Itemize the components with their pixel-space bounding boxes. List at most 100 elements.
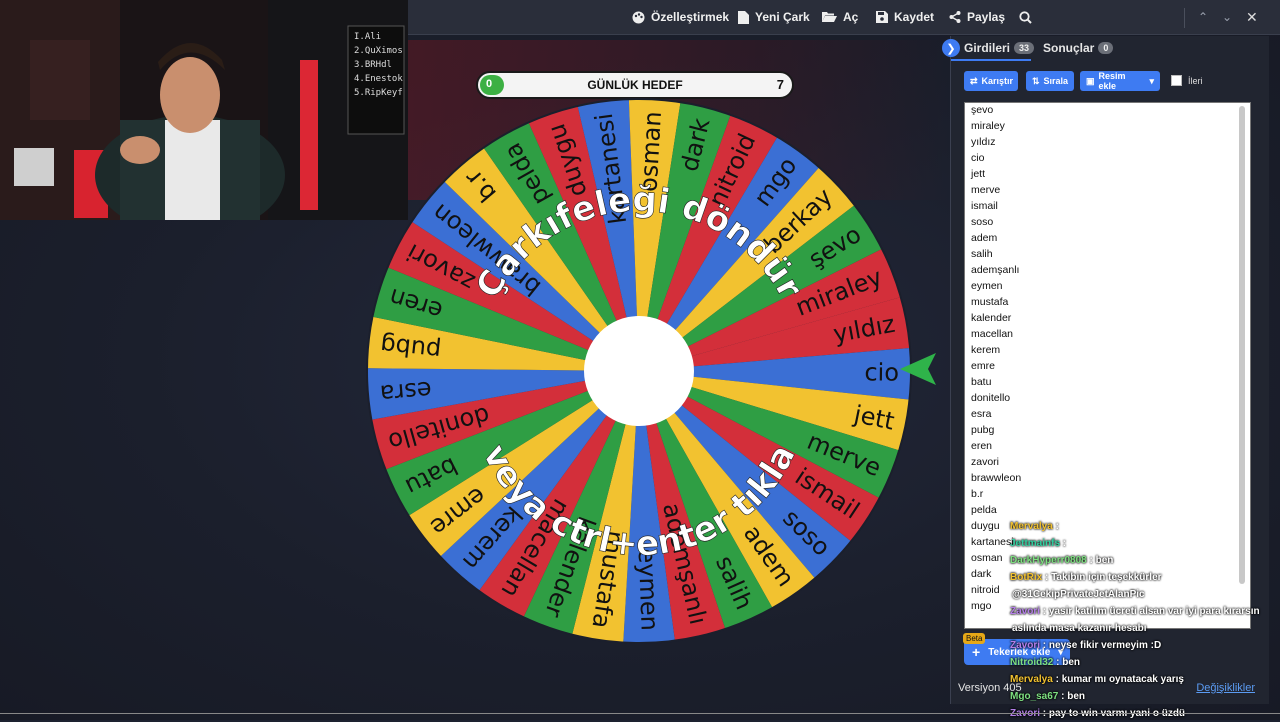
chat-message: Mervalya : kumar mı oynatacak yarış — [1010, 671, 1270, 688]
entry-row[interactable]: donitello — [965, 390, 1250, 406]
advanced-checkbox[interactable]: İleri — [1171, 75, 1203, 86]
entry-row[interactable]: mustafa — [965, 294, 1250, 310]
daily-goal-bar: 0 GÜNLÜK HEDEF 7 — [476, 71, 794, 99]
entry-row[interactable]: brawwleon — [965, 470, 1250, 486]
chat-text: @31CekipPrivateJetAlanPic — [1012, 589, 1145, 600]
shuffle-button[interactable]: ⇄ Karıştır — [964, 71, 1018, 91]
file-icon — [738, 10, 749, 24]
entry-row[interactable]: batu — [965, 374, 1250, 390]
chat-text: : Takibin için teşekkürler — [1045, 572, 1162, 583]
sort-button[interactable]: ⇅ Sırala — [1026, 71, 1074, 91]
entry-row[interactable]: şevo — [965, 103, 1250, 118]
entry-row[interactable]: ismail — [965, 198, 1250, 214]
goal-title: GÜNLÜK HEDEF — [587, 78, 683, 92]
webcam-overlay: I.Ali 2.QuXimos 3.BRHdl 4.Enestok 5.RipK… — [0, 0, 408, 220]
whiteboard-line: 2.QuXimos — [354, 46, 403, 56]
entry-row[interactable]: pelda — [965, 502, 1250, 518]
add-image-button[interactable]: ▣ Resim ekle ▾ — [1080, 71, 1160, 91]
chevron-up-icon: ⌃ — [1198, 10, 1209, 24]
chat-username: Zavori — [1010, 640, 1041, 651]
toolbar-divider — [1184, 8, 1185, 28]
entry-row[interactable]: salih — [965, 246, 1250, 262]
chat-message: @31CekipPrivateJetAlanPic — [1010, 586, 1270, 603]
entry-row[interactable]: kalender — [965, 310, 1250, 326]
save-icon — [876, 11, 888, 23]
tab-results[interactable]: Sonuçlar 0 — [1043, 41, 1114, 55]
tab-entries[interactable]: Girdileri 33 — [964, 41, 1035, 55]
chat-message: Nitroid32 : ben — [1010, 654, 1270, 671]
chat-text: : — [1055, 521, 1059, 532]
new-wheel-button[interactable]: Yeni Çark — [738, 0, 810, 34]
chat-username: Nitroid32 — [1010, 657, 1054, 668]
chat-text: : neyse fikir vermeyim :D — [1042, 640, 1162, 651]
folder-open-icon — [822, 12, 837, 22]
spin-wheel[interactable]: yıldız cio jett merve ismail soso adem salih ade… — [364, 96, 914, 646]
beta-badge: Beta — [963, 633, 986, 644]
add-image-label: Resim ekle — [1098, 71, 1126, 91]
chat-text: : ben — [1089, 555, 1114, 566]
close-icon: ✕ — [1246, 8, 1258, 25]
entry-row[interactable]: b.r — [965, 486, 1250, 502]
advanced-checkbox-box[interactable] — [1171, 75, 1182, 86]
entry-row[interactable]: kerem — [965, 342, 1250, 358]
entry-row[interactable]: emre — [965, 358, 1250, 374]
chat-username: BotRix — [1010, 572, 1043, 583]
active-tab-indicator — [951, 59, 1031, 61]
results-count-badge: 0 — [1098, 42, 1114, 54]
search-button[interactable] — [1019, 0, 1038, 34]
chat-message: BotRix : Takibin için teşekkürler — [1010, 569, 1270, 586]
stream-chat-overlay: Mervalya : Jettmainfs : DarkHyperr0808 : b… — [1010, 518, 1270, 722]
entry-row[interactable]: macellan — [965, 326, 1250, 342]
caret-down-icon: ▾ — [1149, 75, 1154, 86]
entry-row[interactable]: adem — [965, 230, 1250, 246]
whiteboard-line: I.Ali — [354, 32, 382, 42]
chat-username: Mervalya — [1010, 521, 1053, 532]
share-icon — [949, 11, 961, 23]
entry-row[interactable]: ademşanlı — [965, 262, 1250, 278]
chat-text: : kumar mı oynatacak yarış — [1055, 674, 1184, 685]
entries-scrollbar[interactable] — [1239, 106, 1245, 584]
open-button[interactable]: Aç — [822, 0, 858, 34]
chat-message: Zavori : neyse fikir vermeyim :D — [1010, 637, 1270, 654]
entry-row[interactable]: cio — [965, 150, 1250, 166]
share-label: Paylaş — [967, 10, 1006, 24]
shuffle-icon: ⇄ — [970, 75, 978, 86]
entry-row[interactable]: pubg — [965, 422, 1250, 438]
entry-row[interactable]: miraley — [965, 118, 1250, 134]
advanced-label: İleri — [1188, 75, 1203, 86]
share-button[interactable]: Paylaş — [949, 0, 1005, 34]
chat-text: : ben — [1056, 657, 1081, 668]
palette-icon — [632, 11, 645, 23]
chat-message: Zavori : yasir katılım ücreti alsan var … — [1010, 603, 1270, 620]
save-label: Kaydet — [894, 10, 935, 24]
entry-row[interactable]: zavori — [965, 454, 1250, 470]
window-up-button[interactable]: ⌃ — [1198, 0, 1208, 34]
entry-row[interactable]: merve — [965, 182, 1250, 198]
wheel-graphic[interactable]: yıldızciojettmerveismailsosoademsalihade… — [364, 96, 914, 646]
open-label: Aç — [843, 10, 859, 24]
chat-message: DarkHyperr0808 : ben — [1010, 552, 1270, 569]
tab-results-label: Sonuçlar — [1043, 41, 1095, 55]
entries-count-badge: 33 — [1014, 42, 1035, 54]
wheel-center-hub[interactable] — [584, 316, 694, 426]
entry-row[interactable]: soso — [965, 214, 1250, 230]
entry-row[interactable]: eren — [965, 438, 1250, 454]
entry-row[interactable]: jett — [965, 166, 1250, 182]
chat-message: Mervalya : — [1010, 518, 1270, 535]
entry-row[interactable]: yıldız — [965, 134, 1250, 150]
new-wheel-label: Yeni Çark — [755, 10, 810, 24]
top-toolbar: Özelleştirmek Yeni Çark Aç Kaydet Paylaş… — [408, 0, 1280, 35]
image-icon: ▣ — [1086, 75, 1095, 86]
chat-text: : ben — [1061, 691, 1086, 702]
customize-button[interactable]: Özelleştirmek — [632, 0, 729, 34]
save-button[interactable]: Kaydet — [876, 0, 934, 34]
wheel-segment-label: esra — [379, 376, 433, 408]
collapse-panel-button[interactable]: ❯ — [942, 39, 960, 57]
chat-username: Jettmainfs — [1010, 538, 1061, 549]
close-button[interactable]: ✕ — [1246, 0, 1258, 34]
window-down-button[interactable]: ⌄ — [1222, 0, 1232, 34]
search-icon — [1019, 10, 1032, 24]
chat-message: Mgo_sa67 : ben — [1010, 688, 1270, 705]
entry-row[interactable]: eymen — [965, 278, 1250, 294]
entry-row[interactable]: esra — [965, 406, 1250, 422]
